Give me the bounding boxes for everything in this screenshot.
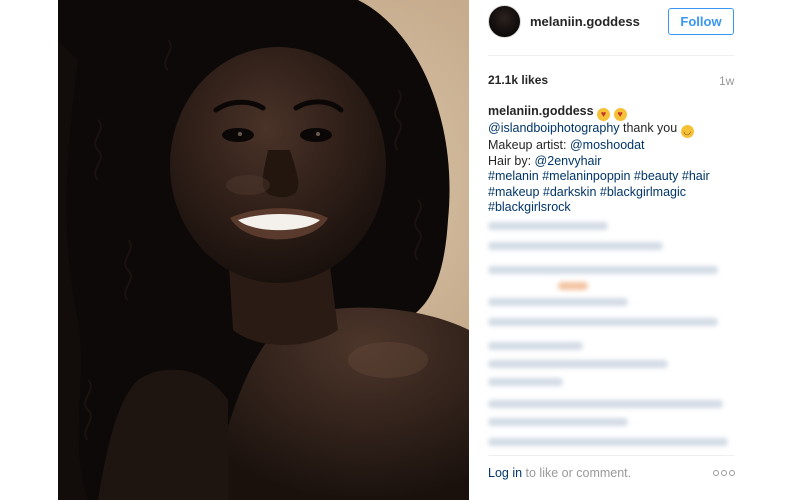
more-dot-icon [713,470,719,476]
hair-label: Hair by: [488,153,535,168]
hashtags-line-2[interactable]: #makeup #darkskin #blackgirlmagic [488,185,686,199]
username[interactable]: melaniin.goddess [530,14,640,29]
more-icon[interactable] [713,470,735,476]
blurred-comment [488,222,608,230]
footer-divider [488,455,734,456]
caption-thanks: thank you [619,121,681,135]
post-photo[interactable] [58,0,469,500]
blurred-comment [488,298,628,306]
heart-eyes-emoji-icon: ♥ [597,108,611,121]
follow-button[interactable]: Follow [668,8,734,35]
mention-hair[interactable]: @2envyhair [535,154,602,168]
more-dot-icon [729,470,735,476]
post-details-panel: melaniin.goddess Follow 21.1k likes 1w m… [469,0,800,500]
wink-emoji-icon: ◡ [680,125,694,138]
more-dot-icon [721,470,727,476]
post-header: melaniin.goddess Follow [469,0,800,45]
avatar[interactable] [488,5,521,38]
blurred-comment [488,360,668,368]
post-time[interactable]: 1w [719,74,734,88]
blurred-comment [488,266,718,274]
blurred-comments [488,218,738,453]
mention-photographer[interactable]: @islandboiphotography [488,121,620,135]
makeup-label: Makeup artist: [488,138,570,152]
hashtags-line-3[interactable]: #blackgirlsrock [488,200,571,214]
likes-count[interactable]: 21.1k likes [488,73,548,87]
blurred-comment [488,342,583,350]
hashtags-line-1[interactable]: #melanin #melaninpoppin #beauty #hair [488,169,710,183]
login-link[interactable]: Log in [488,466,522,480]
post-caption: melaniin.goddess ♥ ♥ @islandboiphotograp… [488,104,738,216]
divider [488,55,734,56]
mention-makeup[interactable]: @moshoodat [570,138,645,152]
blurred-comment [558,282,588,290]
heart-eyes-emoji-icon: ♥ [613,108,627,121]
blurred-comment [488,318,718,326]
login-prompt: Log in to like or comment. [488,466,631,480]
caption-author[interactable]: melaniin.goddess [488,104,594,118]
blurred-comment [488,400,723,408]
blurred-comment [488,378,563,386]
blurred-comment [488,438,728,446]
blurred-comment [488,242,663,250]
portrait-image [58,0,469,500]
login-prompt-text: to like or comment. [522,466,632,480]
blurred-comment [488,418,628,426]
